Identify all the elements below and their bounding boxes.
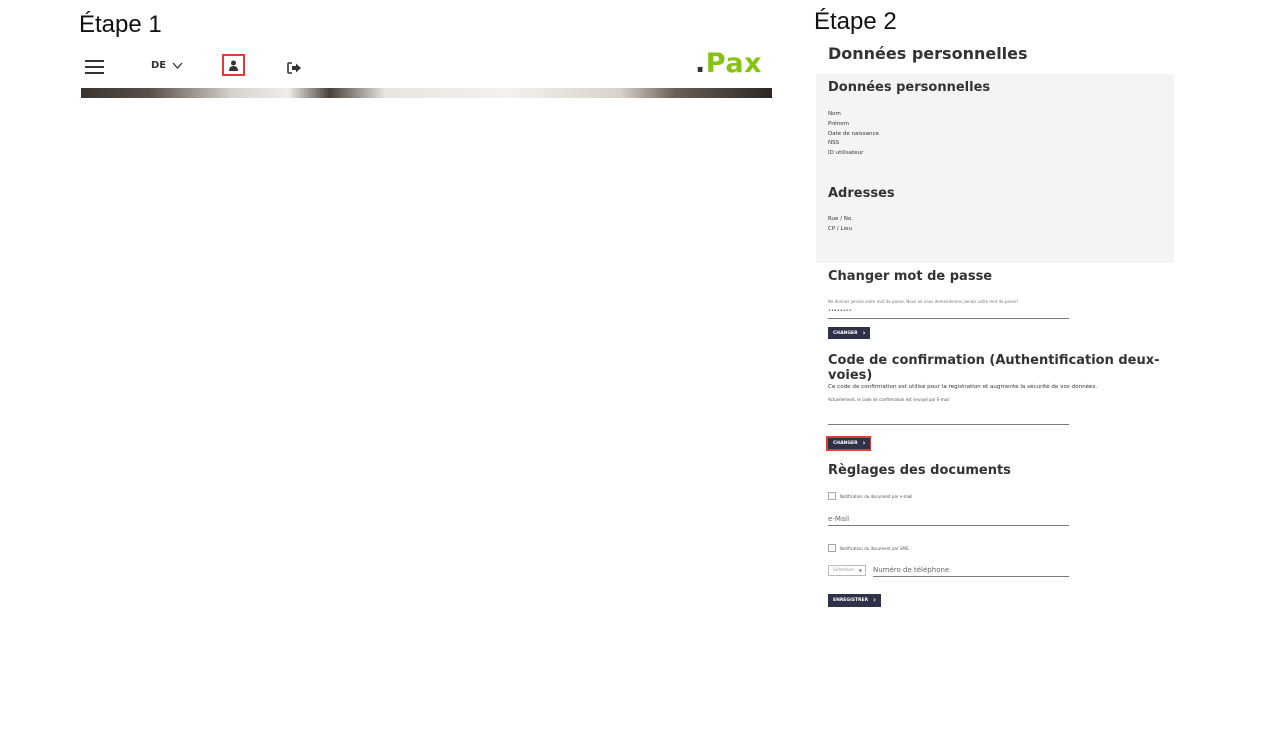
email-field-underline bbox=[828, 525, 1069, 526]
personal-data-card: Données personnelles Nom Prénom Date de … bbox=[816, 74, 1174, 263]
pax-logo[interactable]: .Pax bbox=[695, 48, 762, 79]
country-code-select[interactable]: Sélection ▼ bbox=[828, 565, 866, 576]
user-profile-button[interactable] bbox=[222, 54, 245, 76]
password-hint: Ne donnez jamais votre mot de passe. Nou… bbox=[828, 299, 1019, 304]
personal-data-fields: Nom Prénom Date de naissance NSS ID util… bbox=[828, 111, 879, 160]
confirmation-heading: Code de confirmation (Authentification d… bbox=[828, 353, 1160, 383]
field-label-prenom: Prénom bbox=[828, 120, 849, 127]
chevron-down-icon bbox=[172, 62, 183, 69]
password-field[interactable]: •••••••• bbox=[828, 308, 852, 315]
address-fields: Rue / No. CP / Lieu bbox=[828, 216, 853, 236]
field-label-nss: NSS bbox=[828, 140, 840, 147]
sms-notification-checkbox[interactable] bbox=[828, 544, 836, 552]
field-label-birthdate: Date de naissance bbox=[828, 130, 879, 137]
save-button[interactable]: ENREGISTRER › bbox=[828, 594, 881, 607]
chevron-right-icon: › bbox=[873, 596, 876, 604]
step1-title: Étape 1 bbox=[79, 11, 162, 38]
chevron-right-icon: › bbox=[862, 328, 866, 337]
language-label: DE bbox=[151, 60, 167, 71]
addresses-heading: Adresses bbox=[828, 186, 895, 201]
confirmation-field-underline bbox=[828, 424, 1069, 425]
change-password-label: CHANGER bbox=[833, 330, 858, 336]
language-selector[interactable]: DE bbox=[151, 60, 183, 71]
change-confirmation-button[interactable]: CHANGER › bbox=[828, 438, 871, 449]
hero-image-strip bbox=[81, 88, 772, 98]
logout-icon[interactable] bbox=[287, 59, 302, 78]
change-confirmation-label: CHANGER bbox=[833, 441, 858, 446]
step2-title: Étape 2 bbox=[814, 8, 897, 35]
password-heading: Changer mot de passe bbox=[828, 269, 993, 284]
password-field-underline bbox=[828, 318, 1069, 319]
email-notification-label: Notification du document par e-mail bbox=[840, 494, 913, 499]
field-label-user-id: ID utilisateur bbox=[828, 150, 864, 157]
change-password-button[interactable]: CHANGER › bbox=[828, 327, 871, 339]
field-label-zip-city: CP / Lieu bbox=[828, 225, 852, 232]
page-title: Données personnelles bbox=[828, 44, 1028, 63]
logo-dot: . bbox=[695, 48, 706, 79]
chevron-right-icon: › bbox=[862, 439, 866, 447]
email-notification-checkbox[interactable] bbox=[828, 492, 836, 500]
top-nav-bar: DE .Pax bbox=[81, 48, 772, 88]
field-label-street: Rue / No. bbox=[828, 216, 853, 222]
personal-data-heading: Données personnelles bbox=[828, 80, 991, 95]
user-icon bbox=[229, 60, 238, 71]
confirmation-current: Actuellement, le code de confirmation es… bbox=[828, 397, 950, 402]
phone-field-underline bbox=[873, 576, 1069, 577]
caret-down-icon: ▼ bbox=[858, 568, 862, 573]
country-select-value: Sélection bbox=[833, 568, 854, 573]
confirmation-description: Ce code de confirmation est utilisé pour… bbox=[828, 384, 1098, 390]
save-button-label: ENREGISTRER bbox=[833, 598, 869, 603]
sms-notification-label: Notification du document par SMS bbox=[840, 546, 909, 551]
field-label-nom: Nom bbox=[828, 111, 841, 117]
email-input[interactable]: e-Mail bbox=[828, 515, 849, 523]
phone-input[interactable]: Numéro de téléphone bbox=[873, 566, 949, 574]
documents-heading: Règlages des documents bbox=[828, 463, 1011, 478]
logo-text: Pax bbox=[705, 48, 762, 79]
hamburger-menu-icon[interactable] bbox=[85, 60, 104, 76]
